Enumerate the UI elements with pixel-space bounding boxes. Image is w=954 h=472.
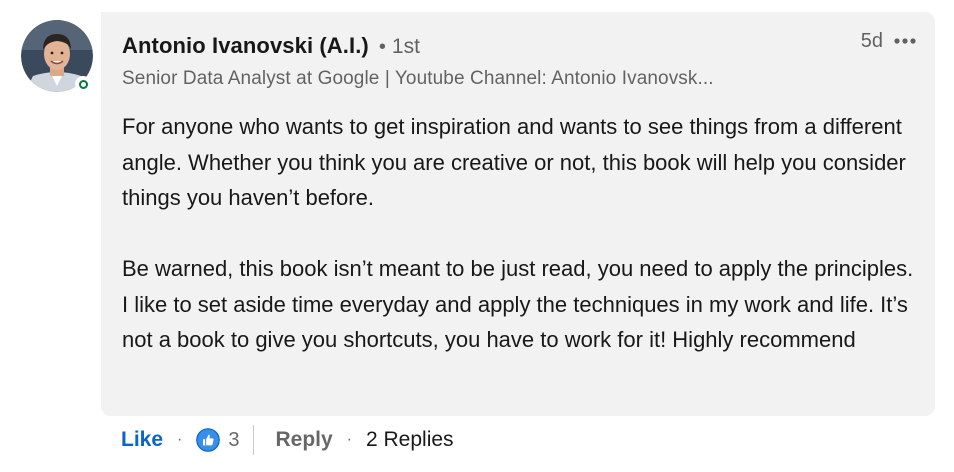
action-divider	[253, 425, 255, 455]
connection-degree: 1st	[391, 35, 420, 58]
thumbs-up-reaction-icon[interactable]	[196, 428, 221, 452]
ellipsis-icon	[894, 38, 916, 44]
reply-button[interactable]: Reply	[275, 428, 332, 452]
comment-actions: Like · 3 Reply · 2 Replies	[121, 425, 454, 455]
degree-separator: •	[378, 36, 386, 58]
reaction-count[interactable]: 3	[228, 429, 239, 452]
presence-ring	[78, 79, 88, 89]
comment-timestamp: 5d	[860, 29, 883, 52]
comment-text: For anyone who wants to get inspiration …	[122, 109, 922, 358]
avatar[interactable]	[21, 20, 95, 94]
action-separator: ·	[177, 431, 183, 448]
more-options-button[interactable]	[891, 29, 919, 53]
comment-bubble: Antonio Ivanovski (A.I.) • 1st Senior Da…	[101, 12, 935, 416]
comment-paragraph-2: Be warned, this book isn’t meant to be j…	[122, 256, 914, 352]
comment-meta: 5d	[861, 29, 919, 53]
replies-link[interactable]: 2 Replies	[366, 428, 454, 452]
action-separator: ·	[346, 431, 352, 448]
author-name[interactable]: Antonio Ivanovski (A.I.)	[122, 33, 369, 59]
comment-paragraph-1: For anyone who wants to get inspiration …	[122, 114, 906, 210]
author-row: Antonio Ivanovski (A.I.) • 1st	[122, 33, 420, 59]
online-status-indicator	[75, 76, 91, 92]
author-headline: Senior Data Analyst at Google | Youtube …	[122, 68, 714, 89]
like-button[interactable]: Like	[121, 428, 163, 452]
